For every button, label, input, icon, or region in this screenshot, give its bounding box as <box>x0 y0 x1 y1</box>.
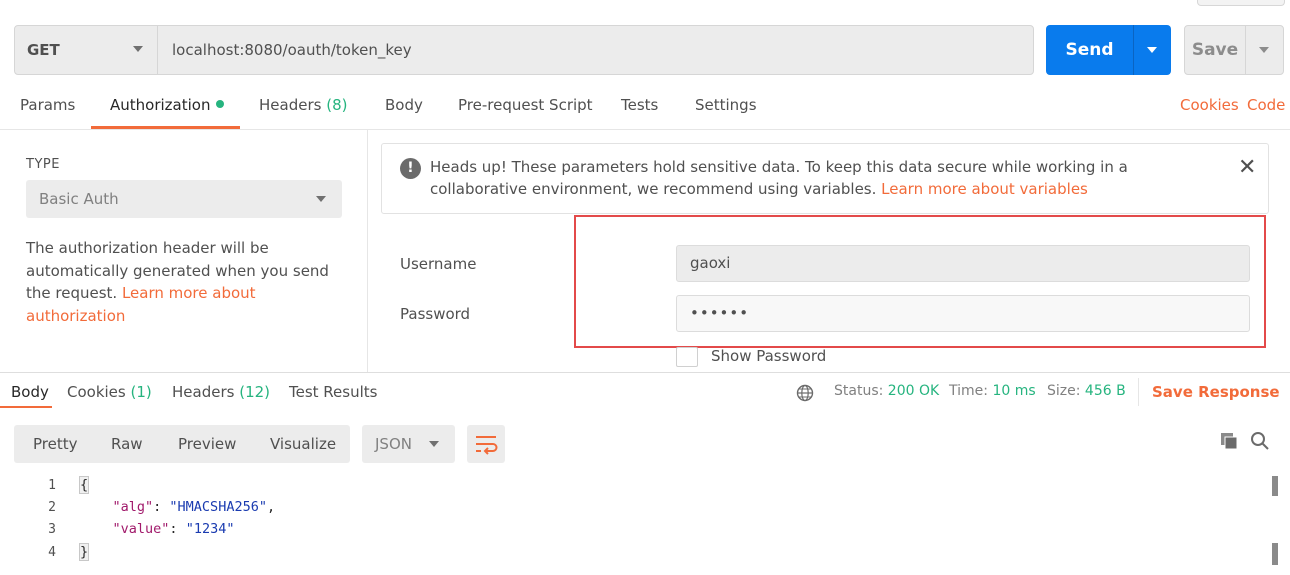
send-button-label: Send <box>1065 40 1114 60</box>
tab-label: Cookies <box>67 383 126 401</box>
auth-description: The authorization header will be automat… <box>26 237 346 327</box>
copy-icon[interactable] <box>1219 431 1239 451</box>
active-dot-icon <box>216 100 225 108</box>
tab-tests[interactable]: Tests <box>621 96 658 126</box>
tab-label: Pre-request Script <box>458 96 593 114</box>
view-pretty[interactable]: Pretty <box>33 425 78 463</box>
time-value: 10 ms <box>992 383 1036 399</box>
format-value: JSON <box>375 435 412 453</box>
panel-divider <box>367 130 368 372</box>
tab-label: Body <box>385 96 423 114</box>
code-line: { <box>78 476 90 494</box>
chevron-down-icon[interactable] <box>1259 47 1269 53</box>
method-select[interactable]: GET <box>14 25 158 75</box>
chevron-down-icon[interactable] <box>1147 47 1157 53</box>
tab-response-headers[interactable]: Headers (12) <box>172 383 270 411</box>
view-preview[interactable]: Preview <box>178 425 236 463</box>
time-label: Time: <box>949 383 988 399</box>
method-value: GET <box>27 41 60 59</box>
highlight-box <box>574 215 1266 348</box>
save-button[interactable]: Save <box>1184 25 1284 75</box>
response-divider <box>0 372 1290 373</box>
tab-settings[interactable]: Settings <box>695 96 757 126</box>
chevron-down-icon <box>316 196 326 202</box>
globe-icon[interactable] <box>796 384 814 402</box>
open-brace: { <box>78 476 90 494</box>
view-raw[interactable]: Raw <box>111 425 143 463</box>
tab-label: Headers <box>259 96 322 114</box>
tab-test-results[interactable]: Test Results <box>289 383 377 411</box>
tab-label: Headers <box>172 383 235 401</box>
tab-count: (12) <box>239 383 271 401</box>
url-input[interactable]: localhost:8080/oauth/token_key <box>172 25 412 75</box>
tab-count: (1) <box>130 383 152 401</box>
tab-label: Test Results <box>289 383 378 401</box>
tab-label: Authorization <box>110 96 211 114</box>
top-toolbar-fragment <box>1197 0 1285 6</box>
wrap-lines-button[interactable] <box>467 425 505 463</box>
time-readout: Time: 10 ms <box>949 383 1036 399</box>
save-divider <box>1245 26 1246 74</box>
size-value: 456 B <box>1084 383 1126 399</box>
tab-count: (8) <box>326 96 348 114</box>
chevron-down-icon <box>429 441 439 447</box>
line-number: 4 <box>48 545 56 560</box>
active-response-tab-indicator <box>0 406 52 408</box>
exclamation-icon: ! <box>400 158 421 179</box>
show-password-checkbox[interactable] <box>676 347 698 367</box>
json-key: "alg" <box>112 499 154 515</box>
line-number: 1 <box>48 478 56 493</box>
save-response-button[interactable]: Save Response <box>1152 383 1290 401</box>
status-label: Status: <box>834 383 884 399</box>
tab-headers[interactable]: Headers (8) <box>259 96 347 126</box>
auth-type-select[interactable]: Basic Auth <box>26 180 342 218</box>
tab-authorization[interactable]: Authorization <box>110 96 225 126</box>
size-readout: Size: 456 B <box>1047 383 1126 399</box>
meta-divider <box>1138 378 1139 406</box>
code-link[interactable]: Code <box>1247 96 1285 126</box>
chevron-down-icon <box>133 46 143 52</box>
tab-pre-request-script[interactable]: Pre-request Script <box>458 96 593 126</box>
auth-type-label: TYPE <box>26 157 60 172</box>
send-button[interactable]: Send <box>1046 25 1171 75</box>
size-label: Size: <box>1047 383 1081 399</box>
line-number: 3 <box>48 522 56 537</box>
learn-more-variables-link[interactable]: Learn more about variables <box>881 180 1088 198</box>
save-response-label: Save Response <box>1152 383 1280 401</box>
close-brace: } <box>78 543 90 561</box>
format-select[interactable]: JSON <box>362 425 455 463</box>
show-password-label: Show Password <box>711 347 827 365</box>
view-visualize[interactable]: Visualize <box>270 425 336 463</box>
url-bar <box>14 25 1034 75</box>
code-line: } <box>78 543 90 561</box>
close-icon[interactable]: ✕ <box>1238 156 1256 180</box>
tab-response-cookies[interactable]: Cookies (1) <box>67 383 152 411</box>
json-key: "value" <box>112 521 170 537</box>
tab-params[interactable]: Params <box>20 96 75 126</box>
search-icon[interactable] <box>1250 431 1270 451</box>
code-line: "alg": "HMACSHA256", <box>112 499 276 515</box>
tab-label: Body <box>11 383 49 401</box>
username-label: Username <box>400 255 477 273</box>
auth-type-value: Basic Auth <box>39 190 119 208</box>
password-label: Password <box>400 305 471 323</box>
code-line: "value": "1234" <box>112 521 235 537</box>
tab-label: Settings <box>695 96 757 114</box>
send-divider <box>1133 25 1134 75</box>
warning-text: Heads up! These parameters hold sensitiv… <box>430 156 1220 200</box>
tab-label: Tests <box>621 96 659 114</box>
cookies-link[interactable]: Cookies <box>1180 96 1239 126</box>
scrollbar-thumb[interactable] <box>1272 543 1278 565</box>
line-number: 2 <box>48 500 56 515</box>
tabs-divider <box>0 129 1290 130</box>
save-button-label: Save <box>1191 40 1239 60</box>
tab-body[interactable]: Body <box>385 96 423 126</box>
json-string: "1234" <box>185 521 235 537</box>
wrap-lines-icon <box>476 436 498 455</box>
status-readout: Status: 200 OK <box>834 383 939 399</box>
tab-label: Params <box>20 96 76 114</box>
scrollbar-thumb[interactable] <box>1272 476 1278 496</box>
json-string: "HMACSHA256" <box>169 499 267 515</box>
status-value: 200 OK <box>887 383 940 399</box>
